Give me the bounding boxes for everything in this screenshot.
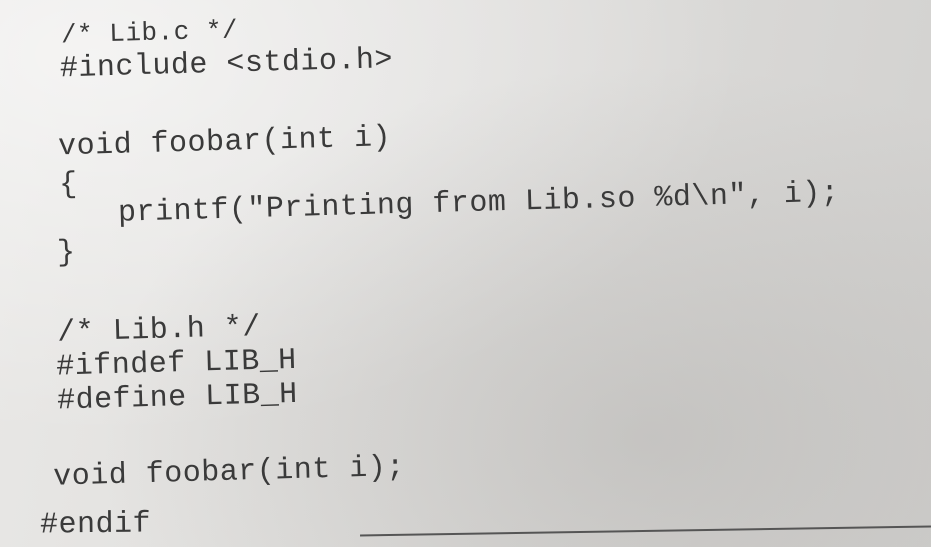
code-listing: /* Lib.c */ #include <stdio.h> void foob…	[0, 0, 931, 547]
code-line-printf: printf("Printing from Lib.so %d\n", i);	[117, 176, 840, 231]
code-line-open-brace: {	[58, 167, 79, 203]
code-line-lib-h-comment: /* Lib.h */	[56, 310, 262, 351]
code-line-declaration: void foobar(int i);	[52, 450, 406, 495]
code-line-endif: #endif	[39, 507, 152, 543]
code-line-define: #define LIB_H	[56, 377, 299, 419]
code-line-function-signature: void foobar(int i)	[57, 121, 392, 165]
printed-page: /* Lib.c */ #include <stdio.h> void foob…	[0, 0, 931, 547]
code-line-lib-c-comment: /* Lib.c */	[60, 15, 239, 51]
code-line-close-brace: }	[56, 235, 77, 271]
